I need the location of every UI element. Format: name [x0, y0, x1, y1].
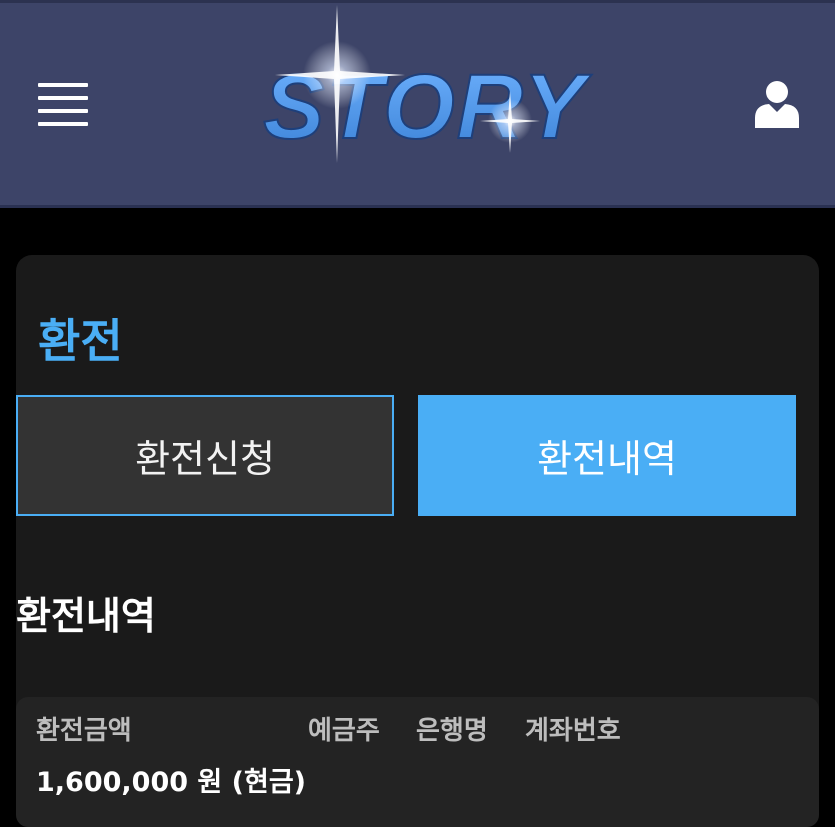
column-header-amount: 환전금액: [36, 716, 132, 746]
user-icon[interactable]: [752, 78, 802, 130]
column-header-bank: 은행명: [416, 716, 488, 746]
top-header: STORY: [0, 0, 835, 205]
section-title: 환전내역: [16, 594, 156, 638]
column-header-account: 계좌번호: [525, 716, 621, 746]
header-divider: [0, 205, 835, 208]
story-logo[interactable]: STORY: [245, 3, 605, 173]
table-row-amount: 1,600,000 원 (현금): [36, 767, 307, 798]
tab-exchange-history[interactable]: 환전내역: [418, 395, 796, 516]
column-header-depositor: 예금주: [308, 716, 380, 746]
tab-exchange-request[interactable]: 환전신청: [16, 395, 394, 516]
hamburger-icon[interactable]: [38, 83, 88, 127]
page-title: 환전: [38, 314, 123, 368]
